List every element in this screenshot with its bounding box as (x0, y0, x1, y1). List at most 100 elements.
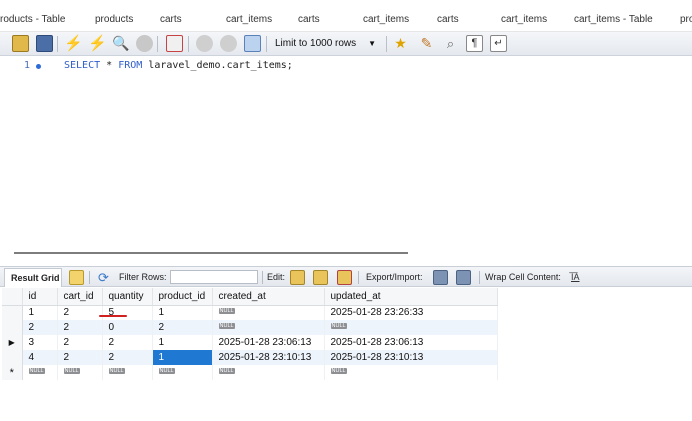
error-toggle-icon[interactable] (166, 35, 183, 52)
table-header-row: id cart_id quantity product_id created_a… (2, 288, 498, 306)
autocommit-icon[interactable] (244, 35, 261, 52)
new-row-marker-icon[interactable]: * (2, 365, 23, 380)
cell-id[interactable]: 4 (22, 350, 58, 365)
limit-rows-select[interactable]: Limit to 1000 rows ▼ (272, 36, 382, 52)
cell-updated-at[interactable]: NULL (324, 320, 498, 335)
horizontal-scrollbar[interactable] (14, 252, 408, 254)
save-icon[interactable] (36, 35, 53, 52)
rollback-icon[interactable] (220, 35, 237, 52)
tab-cart-items[interactable]: cart_items (226, 14, 272, 25)
grid-layout-icon[interactable] (69, 270, 84, 285)
find-icon[interactable]: ⌕ (442, 35, 459, 52)
edit-row-icon[interactable] (290, 270, 305, 285)
table-row[interactable]: ▶ 3 2 2 1 2025-01-28 23:06:13 2025-01-28… (2, 335, 498, 350)
cell-created-at[interactable]: NULL (212, 365, 325, 380)
column-header-id[interactable]: id (22, 288, 58, 306)
invisible-chars-icon[interactable]: ¶ (466, 35, 483, 52)
cell-cart-id[interactable]: 2 (57, 305, 103, 320)
sql-keyword-select: SELECT (64, 60, 101, 71)
result-grid-tab[interactable]: Result Grid (4, 268, 62, 287)
table-row[interactable]: 1 2 5 1 NULL 2025-01-28 23:26:33 (2, 305, 498, 320)
cell-created-at[interactable]: 2025-01-28 23:10:13 (212, 350, 325, 365)
brush-icon[interactable]: ✎ (418, 35, 435, 52)
add-row-icon[interactable] (313, 270, 328, 285)
sql-toolbar: ⚡ ⚡ 🔍 Limit to 1000 rows ▼ ★ ✎ ⌕ ¶ ↵ (0, 32, 692, 56)
column-header-created-at[interactable]: created_at (212, 288, 325, 306)
table-row[interactable]: 2 2 0 2 NULL NULL (2, 320, 498, 335)
column-header-quantity[interactable]: quantity (102, 288, 153, 306)
sql-star: * (100, 60, 119, 71)
tab-cart-items[interactable]: cart_items (363, 14, 409, 25)
tab-carts[interactable]: carts (160, 14, 182, 25)
tab-carts[interactable]: carts (437, 14, 459, 25)
wrap-cell-toggle-icon[interactable]: I͞A (571, 272, 580, 282)
cell-created-at[interactable]: NULL (212, 305, 325, 320)
cell-id[interactable]: NULL (22, 365, 58, 380)
tab-products-table[interactable]: roducts - Table (0, 14, 65, 25)
export-import-label: Export/Import: (366, 272, 423, 282)
null-badge: NULL (63, 368, 80, 374)
export-icon[interactable] (433, 270, 448, 285)
stop-icon[interactable] (136, 35, 153, 52)
refresh-icon[interactable]: ⟳ (96, 270, 111, 285)
column-header-cart-id[interactable]: cart_id (57, 288, 103, 306)
cell-id[interactable]: 3 (22, 335, 58, 350)
tab-products[interactable]: products (95, 14, 133, 25)
result-table: id cart_id quantity product_id created_a… (2, 288, 498, 380)
sql-editor[interactable]: 1 SELECT * FROM laravel_demo.cart_items; (0, 56, 692, 254)
cell-quantity[interactable]: 2 (102, 335, 153, 350)
tab-carts[interactable]: carts (298, 14, 320, 25)
tab-cart-items-table[interactable]: cart_items - Table (574, 14, 653, 25)
cell-cart-id[interactable]: 2 (57, 335, 103, 350)
cell-updated-at[interactable]: 2025-01-28 23:26:33 (324, 305, 498, 320)
line-number: 1 (24, 60, 31, 71)
null-badge: NULL (330, 323, 347, 329)
cell-quantity[interactable]: 0 (102, 320, 153, 335)
null-badge: NULL (218, 323, 235, 329)
tab-overflow[interactable]: pro (680, 14, 692, 25)
null-badge: NULL (218, 308, 235, 315)
row-gutter[interactable] (2, 350, 23, 365)
cell-product-id[interactable]: 1 (152, 305, 213, 320)
cell-created-at[interactable]: NULL (212, 320, 325, 335)
beautify-icon[interactable]: ★ (392, 35, 409, 52)
cell-id[interactable]: 2 (22, 320, 58, 335)
commit-icon[interactable] (196, 35, 213, 52)
cell-product-id-selected[interactable]: 1 (152, 350, 213, 365)
tab-cart-items[interactable]: cart_items (501, 14, 547, 25)
wrap-icon[interactable]: ↵ (490, 35, 507, 52)
cell-updated-at[interactable]: 2025-01-28 23:06:13 (324, 335, 498, 350)
column-header-updated-at[interactable]: updated_at (324, 288, 498, 306)
explain-icon[interactable]: 🔍 (112, 35, 129, 52)
row-gutter[interactable] (2, 320, 23, 335)
open-folder-icon[interactable] (12, 35, 29, 52)
cell-quantity[interactable]: 5 (102, 305, 153, 320)
sql-text[interactable]: SELECT * FROM laravel_demo.cart_items; (64, 60, 293, 71)
new-row[interactable]: * NULL NULL NULL NULL NULL NULL (2, 365, 498, 380)
cell-id[interactable]: 1 (22, 305, 58, 320)
row-gutter[interactable] (2, 305, 23, 320)
null-badge: NULL (28, 368, 45, 374)
cell-product-id[interactable]: 1 (152, 335, 213, 350)
import-icon[interactable] (456, 270, 471, 285)
null-badge: NULL (108, 368, 125, 374)
cell-product-id[interactable]: NULL (152, 365, 213, 380)
column-header-product-id[interactable]: product_id (152, 288, 213, 306)
execute-icon[interactable]: ⚡ (64, 35, 83, 52)
table-row[interactable]: 4 2 2 1 2025-01-28 23:10:13 2025-01-28 2… (2, 350, 498, 365)
cell-updated-at[interactable]: 2025-01-28 23:10:13 (324, 350, 498, 365)
cell-created-at[interactable]: 2025-01-28 23:06:13 (212, 335, 325, 350)
cell-quantity[interactable]: 2 (102, 350, 153, 365)
execute-current-icon[interactable]: ⚡ (88, 35, 107, 52)
cell-quantity[interactable]: NULL (102, 365, 153, 380)
filter-rows-label: Filter Rows: (119, 272, 167, 282)
filter-rows-input[interactable] (170, 270, 258, 284)
current-row-marker-icon[interactable]: ▶ (2, 335, 23, 350)
delete-row-icon[interactable] (337, 270, 352, 285)
cell-product-id[interactable]: 2 (152, 320, 213, 335)
cell-cart-id[interactable]: 2 (57, 320, 103, 335)
cell-cart-id[interactable]: 2 (57, 350, 103, 365)
cell-cart-id[interactable]: NULL (57, 365, 103, 380)
cell-updated-at[interactable]: NULL (324, 365, 498, 380)
null-badge: NULL (158, 368, 175, 374)
